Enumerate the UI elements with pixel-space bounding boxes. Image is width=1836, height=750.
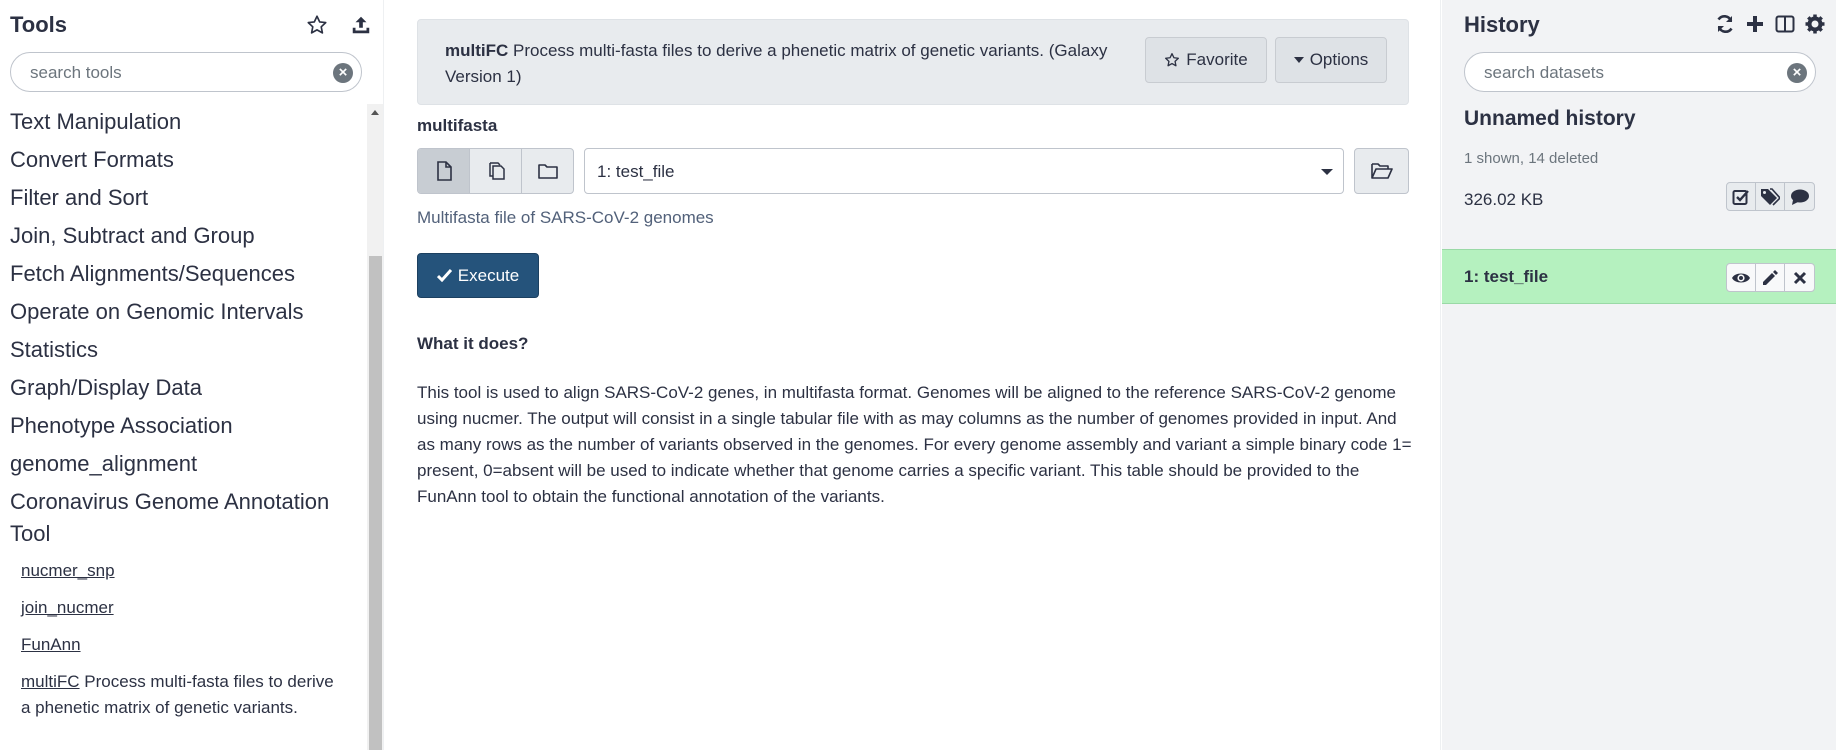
- delete-dataset-button[interactable]: [1785, 264, 1814, 291]
- dataset-select-value: 1: test_file: [597, 162, 675, 181]
- dataset-collection-button[interactable]: [522, 149, 573, 193]
- tool-header: multiFC Process multi-fasta files to der…: [417, 19, 1409, 105]
- clear-search-icon[interactable]: ×: [333, 63, 353, 83]
- tool-panel: Tools × Text Manipulation Convert Format…: [0, 0, 383, 750]
- chevron-down-icon: [1321, 169, 1333, 175]
- execute-button[interactable]: Execute: [417, 253, 539, 298]
- history-title: History: [1464, 12, 1540, 37]
- upload-icon[interactable]: [349, 13, 373, 37]
- param-title: multifasta: [417, 116, 498, 135]
- plus-icon[interactable]: [1744, 12, 1766, 36]
- history-search: ×: [1464, 52, 1816, 92]
- input-type-selector: [417, 148, 574, 194]
- tool-nucmer-snp[interactable]: nucmer_snp: [0, 558, 367, 584]
- annotation-button[interactable]: [1785, 183, 1814, 210]
- star-icon[interactable]: [305, 13, 329, 37]
- history-panel: History × Unnamed history 1 shown, 14 de…: [1442, 0, 1836, 750]
- history-actions: [1726, 182, 1815, 211]
- scroll-up-arrow-icon[interactable]: [371, 110, 379, 115]
- tool-multifc[interactable]: multiFC Process multi-fasta files to der…: [0, 669, 367, 721]
- browse-datasets-button[interactable]: [1354, 148, 1409, 194]
- tags-button[interactable]: [1756, 183, 1785, 210]
- history-search-input[interactable]: [1484, 63, 1744, 83]
- section-filter-and-sort[interactable]: Filter and Sort: [0, 182, 367, 214]
- view-dataset-button[interactable]: [1727, 264, 1756, 291]
- check-square-icon: [1732, 189, 1749, 205]
- param-help-text: Multifasta file of SARS-CoV-2 genomes: [417, 208, 714, 227]
- help-body: This tool is used to align SARS-CoV-2 ge…: [417, 383, 1412, 506]
- tool-name: join_nucmer: [21, 598, 114, 617]
- dataset-item[interactable]: 1: test_file: [1442, 249, 1836, 304]
- favorite-button[interactable]: Favorite: [1145, 37, 1267, 83]
- tool-search-input[interactable]: [30, 63, 290, 83]
- execute-label: Execute: [457, 265, 520, 285]
- select-items-button[interactable]: [1727, 183, 1756, 210]
- tool-name: FunAnn: [21, 635, 81, 654]
- history-counts: 1 shown, 14 deleted: [1464, 150, 1599, 167]
- center-panel: multiFC Process multi-fasta files to der…: [383, 0, 1441, 750]
- tool-search: ×: [10, 52, 362, 92]
- section-join-subtract-group[interactable]: Join, Subtract and Group: [0, 220, 367, 252]
- history-size: 326.02 KB: [1464, 190, 1544, 209]
- tool-heading-name: multiFC: [445, 41, 509, 60]
- folder-open-icon: [1370, 163, 1393, 179]
- section-fetch-alignments[interactable]: Fetch Alignments/Sequences: [0, 258, 367, 290]
- edit-dataset-button[interactable]: [1756, 264, 1785, 291]
- tool-funann[interactable]: FunAnn: [0, 632, 367, 658]
- scrollbar-thumb[interactable]: [369, 256, 382, 750]
- tool-list: Text Manipulation Convert Formats Filter…: [0, 104, 367, 750]
- section-statistics[interactable]: Statistics: [0, 334, 367, 366]
- tool-panel-header: Tools: [10, 12, 373, 38]
- close-icon: [1793, 271, 1806, 284]
- comment-icon: [1790, 189, 1809, 205]
- single-dataset-button[interactable]: [418, 149, 470, 193]
- tool-join-nucmer[interactable]: join_nucmer: [0, 595, 367, 621]
- section-convert-formats[interactable]: Convert Formats: [0, 144, 367, 176]
- tool-name: multiFC: [21, 672, 80, 691]
- gear-icon[interactable]: [1804, 12, 1826, 36]
- section-graph-display-data[interactable]: Graph/Display Data: [0, 372, 367, 404]
- caret-down-icon: [1293, 57, 1304, 63]
- eye-icon: [1732, 273, 1750, 282]
- dataset-title[interactable]: 1: test_file: [1464, 267, 1548, 287]
- columns-icon[interactable]: [1774, 12, 1796, 36]
- clear-search-icon[interactable]: ×: [1787, 63, 1807, 83]
- multiple-datasets-button[interactable]: [470, 149, 522, 193]
- section-coronavirus-annotation[interactable]: Coronavirus Genome Annotation Tool: [0, 486, 367, 550]
- section-phenotype-association[interactable]: Phenotype Association: [0, 410, 367, 442]
- tool-panel-title: Tools: [10, 12, 68, 37]
- favorite-label: Favorite: [1186, 50, 1248, 69]
- tool-name: nucmer_snp: [21, 561, 115, 580]
- refresh-icon[interactable]: [1714, 12, 1736, 36]
- history-name[interactable]: Unnamed history: [1464, 107, 1636, 131]
- tags-icon: [1761, 187, 1780, 206]
- section-text-manipulation[interactable]: Text Manipulation: [0, 106, 367, 138]
- help-heading: What it does?: [417, 334, 529, 353]
- check-icon: [436, 269, 452, 282]
- dataset-select[interactable]: 1: test_file: [584, 148, 1344, 194]
- star-outline-icon: [1165, 53, 1180, 67]
- tool-panel-scrollbar[interactable]: [367, 104, 383, 750]
- tool-heading-description: Process multi-fasta files to derive a ph…: [445, 41, 1108, 86]
- section-operate-genomic-intervals[interactable]: Operate on Genomic Intervals: [0, 296, 367, 328]
- tool-heading: multiFC Process multi-fasta files to der…: [445, 38, 1135, 90]
- options-label: Options: [1309, 50, 1369, 69]
- dataset-actions: [1726, 263, 1815, 292]
- files-icon: [488, 162, 505, 180]
- section-genome-alignment[interactable]: genome_alignment: [0, 448, 367, 480]
- options-button[interactable]: Options: [1275, 37, 1387, 83]
- file-icon: [436, 161, 452, 181]
- pencil-icon: [1763, 269, 1778, 285]
- folder-icon: [537, 164, 558, 179]
